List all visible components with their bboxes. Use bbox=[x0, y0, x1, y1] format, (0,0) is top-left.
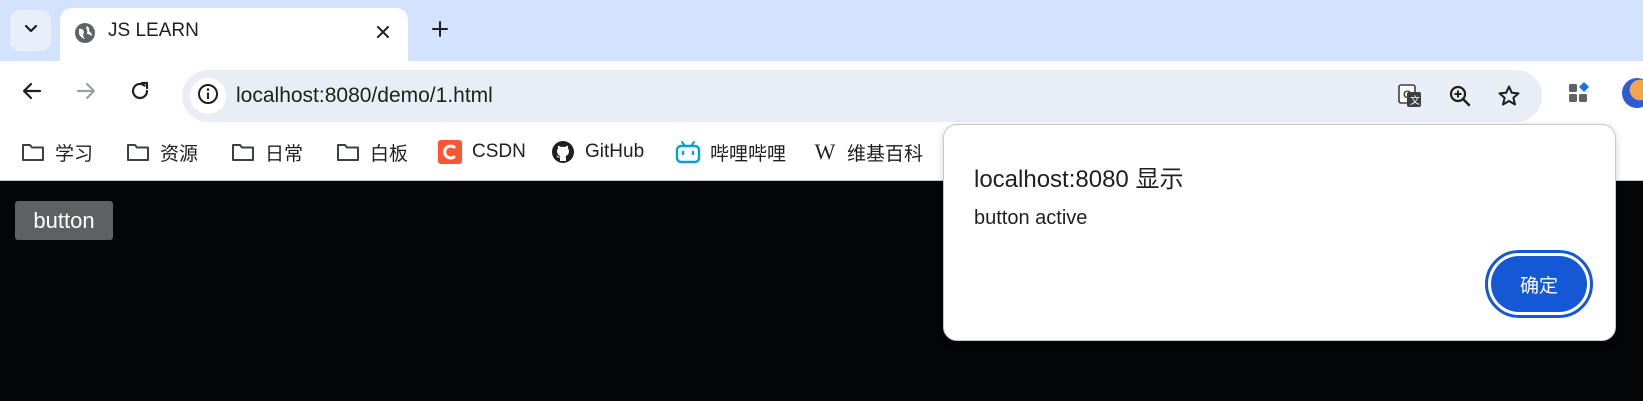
bookmark-folder-xuexi[interactable]: 学习 bbox=[20, 137, 93, 167]
reload-icon bbox=[129, 80, 151, 107]
info-icon bbox=[197, 83, 219, 110]
toolbar: localhost:8080/demo/1.html G文 bbox=[0, 61, 1643, 123]
chevron-down-icon bbox=[23, 20, 39, 41]
url-text[interactable]: localhost:8080/demo/1.html bbox=[236, 84, 493, 108]
folder-icon bbox=[20, 139, 46, 165]
profile-avatar[interactable] bbox=[1622, 78, 1643, 108]
globe-icon bbox=[74, 22, 96, 44]
dialog-title: localhost:8080 显示 bbox=[974, 166, 1184, 193]
bookmark-wikipedia[interactable]: W 维基百科 bbox=[812, 137, 923, 167]
bookmark-label: CSDN bbox=[472, 141, 526, 162]
folder-icon bbox=[125, 139, 151, 165]
extensions-icon[interactable] bbox=[1562, 76, 1596, 110]
tab-title: JS LEARN bbox=[108, 20, 199, 41]
close-tab-icon[interactable] bbox=[370, 19, 396, 45]
bookmark-label: 资源 bbox=[160, 143, 199, 165]
wikipedia-icon: W bbox=[814, 139, 836, 164]
forward-button[interactable] bbox=[69, 76, 103, 110]
bookmark-label: 维基百科 bbox=[847, 143, 924, 165]
ok-button-focus-ring: 确定 bbox=[1485, 250, 1593, 318]
ok-button[interactable]: 确定 bbox=[1491, 256, 1587, 312]
bookmark-label: 日常 bbox=[265, 143, 304, 165]
address-bar[interactable]: localhost:8080/demo/1.html G文 bbox=[182, 70, 1542, 122]
bookmark-label: GitHub bbox=[585, 141, 645, 162]
demo-button[interactable]: button bbox=[15, 201, 113, 240]
folder-icon bbox=[230, 139, 256, 165]
tab-strip: JS LEARN bbox=[0, 0, 1643, 61]
tab-search-button[interactable] bbox=[10, 10, 51, 51]
bilibili-icon bbox=[675, 139, 701, 165]
site-info-button[interactable] bbox=[190, 78, 226, 114]
arrow-left-icon bbox=[21, 80, 43, 107]
bookmark-folder-ziyuan[interactable]: 资源 bbox=[125, 137, 198, 167]
folder-icon bbox=[335, 139, 361, 165]
tab-js-learn[interactable]: JS LEARN bbox=[60, 8, 408, 61]
bookmark-github[interactable]: GitHub bbox=[550, 137, 644, 167]
github-icon bbox=[550, 139, 576, 165]
plus-icon bbox=[431, 20, 449, 43]
reload-button[interactable] bbox=[123, 76, 157, 110]
dialog-message: button active bbox=[974, 207, 1088, 229]
bookmark-label: 白板 bbox=[370, 143, 409, 165]
svg-text:文: 文 bbox=[1410, 94, 1420, 107]
bookmark-label: 学习 bbox=[55, 143, 94, 165]
arrow-right-icon bbox=[75, 80, 97, 107]
new-tab-button[interactable] bbox=[425, 16, 455, 46]
bookmark-star-icon[interactable] bbox=[1494, 81, 1524, 111]
bookmark-folder-baiban[interactable]: 白板 bbox=[335, 137, 408, 167]
bookmark-folder-richang[interactable]: 日常 bbox=[230, 137, 303, 167]
bookmark-csdn[interactable]: CSDN bbox=[437, 137, 526, 167]
translate-icon[interactable]: G文 bbox=[1395, 81, 1425, 111]
alert-dialog: localhost:8080 显示 button active 确定 bbox=[943, 124, 1616, 341]
bookmark-label: 哔哩哔哩 bbox=[710, 143, 787, 165]
csdn-icon bbox=[437, 139, 463, 165]
bookmark-bilibili[interactable]: 哔哩哔哩 bbox=[675, 137, 786, 167]
zoom-icon[interactable] bbox=[1445, 81, 1475, 111]
back-button[interactable] bbox=[15, 76, 49, 110]
